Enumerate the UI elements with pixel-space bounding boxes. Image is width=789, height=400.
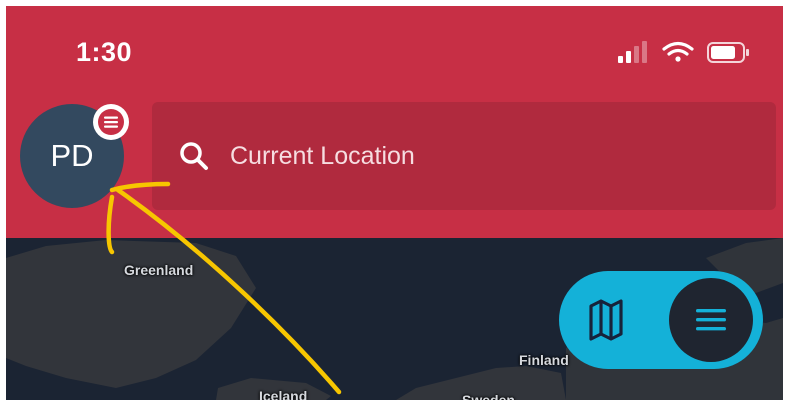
map-label-sweden: Sweden — [462, 392, 515, 400]
view-toggle[interactable] — [559, 271, 763, 369]
status-time: 1:30 — [76, 37, 133, 67]
map-label-iceland: Iceland — [259, 388, 308, 400]
map-label-greenland: Greenland — [124, 262, 194, 278]
list-view-button[interactable] — [669, 278, 753, 362]
map-label-finland: Finland — [519, 352, 569, 368]
wifi-icon — [662, 41, 694, 62]
battery-icon — [707, 42, 749, 63]
map-view-button[interactable] — [579, 293, 633, 347]
status-icons — [618, 41, 749, 63]
cellular-signal-icon — [618, 41, 647, 63]
search-icon — [180, 142, 208, 170]
avatar-menu-badge[interactable] — [93, 104, 129, 140]
list-icon — [696, 309, 726, 331]
app-header: 1:30 PD Current Location — [6, 6, 783, 238]
app-screen: 1:30 PD Current Location Greenland Finla… — [6, 6, 783, 400]
map-icon — [589, 299, 623, 341]
location-search-bar[interactable]: Current Location — [152, 102, 776, 210]
menu-icon — [98, 109, 124, 135]
search-input[interactable]: Current Location — [230, 140, 415, 172]
